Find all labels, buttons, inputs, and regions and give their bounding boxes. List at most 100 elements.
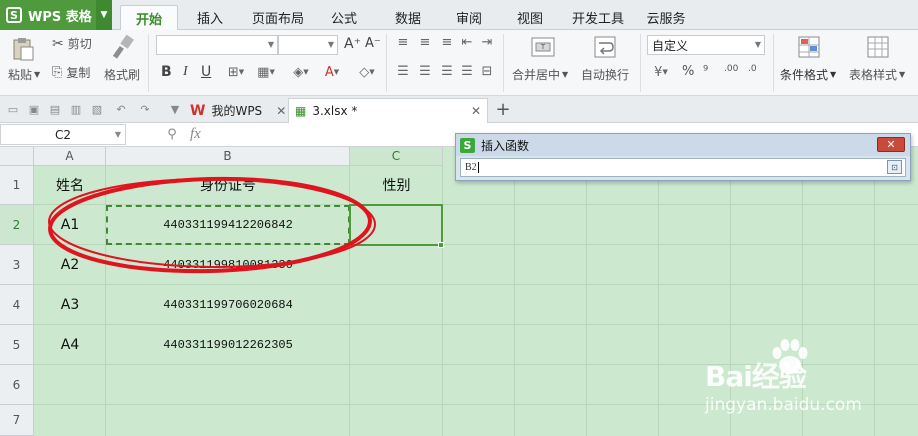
tab-start[interactable]: 开始 [120,5,178,30]
tab-my-wps[interactable]: W 我的WPS ✕ [186,98,286,123]
tab-formula[interactable]: 公式 [320,5,368,30]
table-style-icon[interactable] [866,34,892,60]
underline-button[interactable]: U [201,64,211,80]
chevron-down-icon[interactable]: ▼ [96,0,112,30]
decrease-decimal-button[interactable]: .0 [748,64,757,74]
distributed-icon[interactable]: ⊟ [479,64,495,79]
column-header-c[interactable]: C [350,147,443,166]
conditional-format-icon[interactable] [797,34,823,60]
cell-a4[interactable]: A3 [34,285,106,325]
currency-icon[interactable]: ¥ ▼ [649,64,673,80]
align-top-icon[interactable]: ≡ [394,35,412,50]
tab-page-layout[interactable]: 页面布局 [244,5,312,30]
copy-button[interactable]: ⎘ 复制 [52,64,90,81]
spreadsheet-grid[interactable]: A B C 1 2 3 4 5 6 7 姓名 身份证号 性别 A1 440331… [0,147,918,436]
cell-b4[interactable]: 440331199706020684 [106,285,350,325]
align-center-icon[interactable]: ☰ [416,64,434,79]
row-header-4[interactable]: 4 [0,285,34,325]
bold-button[interactable]: B [161,64,172,80]
column-header-b[interactable]: B [106,147,350,166]
function-argument-input[interactable]: B2 [460,158,906,177]
close-icon[interactable]: ✕ [276,104,286,118]
cell-b3[interactable]: 440331199810081330 [106,245,350,285]
app-menu-button[interactable]: S WPS 表格 ▼ [0,0,112,30]
cell-c1[interactable]: 性别 [350,166,443,204]
table-style-button[interactable]: 表格样式 ▼ [849,66,905,83]
select-all-corner[interactable] [0,147,34,166]
tab-cloud[interactable]: 云服务 [640,5,692,30]
tab-3-xlsx[interactable]: ▦ 3.xlsx * ✕ [288,98,488,123]
row-header-3[interactable]: 3 [0,245,34,285]
cell-style-icon[interactable]: ▦ ▼ [253,64,279,80]
align-middle-icon[interactable]: ≡ [416,35,434,50]
close-icon[interactable]: ✕ [471,104,481,118]
font-name-select[interactable]: ▼ [156,35,278,55]
folder-icon[interactable]: ▭ [6,102,20,116]
text-caret [477,162,479,173]
cell-b5[interactable]: 440331199012262305 [106,325,350,365]
cell-a2[interactable]: A1 [34,205,106,245]
undo-icon[interactable]: ↶ [114,102,128,116]
new-tab-plus-icon[interactable]: + [494,99,512,120]
align-left-icon[interactable]: ☰ [394,64,412,79]
italic-button[interactable]: I [183,64,188,80]
fill-handle[interactable] [438,242,444,248]
tab-data[interactable]: 数据 [384,5,432,30]
dialog-title-bar[interactable]: S 插入函数 ✕ [456,134,910,156]
close-icon[interactable]: ✕ [877,137,905,152]
wps-spreadsheet-window: S WPS 表格 ▼ 开始 插入 页面布局 公式 数据 审阅 视图 开发工具 云… [0,0,918,436]
clear-format-icon[interactable]: ◇ ▼ [354,64,380,80]
separator [503,34,504,92]
cell-b1[interactable]: 身份证号 [106,166,350,204]
percent-button[interactable]: % [682,64,694,79]
redo-icon[interactable]: ↷ [138,102,152,116]
font-shrink-button[interactable]: A⁻ [365,36,381,51]
merge-center-icon[interactable]: T [530,34,556,60]
chevron-down-icon[interactable]: ▼ [168,102,182,116]
outdent-icon[interactable]: ⇤ [459,35,475,50]
tab-view[interactable]: 视图 [506,5,554,30]
name-box[interactable]: C2 ▼ [0,124,126,145]
justify-icon[interactable]: ☰ [459,64,475,79]
row-header-1[interactable]: 1 [0,166,34,205]
row-header-2[interactable]: 2 [0,205,34,245]
wps-s-logo-icon: S [460,137,475,153]
merge-center-button[interactable]: 合并居中 ▼ [512,66,568,83]
row-header-7[interactable]: 7 [0,405,34,436]
paste-icon[interactable] [10,36,36,62]
tab-review[interactable]: 审阅 [445,5,493,30]
tab-developer[interactable]: 开发工具 [566,5,630,30]
paste-button[interactable]: 粘贴 ▼ [8,66,40,83]
zoom-icon[interactable]: ⚲ [164,126,180,142]
format-painter-icon[interactable] [110,34,136,60]
format-painter-button[interactable]: 格式刷 [104,66,140,83]
increase-decimal-button[interactable]: .00 [724,64,738,74]
wrap-text-button[interactable]: 自动换行 [581,66,629,83]
align-right-icon[interactable]: ☰ [438,64,456,79]
cell-a3[interactable]: A2 [34,245,106,285]
save-icon[interactable]: ▣ [27,102,41,116]
indent-icon[interactable]: ⇥ [479,35,495,50]
font-color-icon[interactable]: A ▼ [318,64,346,80]
cell-a5[interactable]: A4 [34,325,106,365]
border-icon[interactable]: ⊞ ▼ [223,64,249,80]
thousands-button[interactable]: ⁹ [703,64,708,79]
export-pdf-icon[interactable]: ▤ [48,102,62,116]
fill-color-icon[interactable]: ◈ ▼ [287,64,315,80]
number-format-select[interactable]: 自定义 ▼ [647,35,765,55]
insert-function-fx[interactable]: fx [190,126,201,143]
row-header-6[interactable]: 6 [0,365,34,405]
print-preview-icon[interactable]: ▧ [90,102,104,116]
print-icon[interactable]: ▥ [69,102,83,116]
column-header-a[interactable]: A [34,147,106,166]
tab-insert[interactable]: 插入 [186,5,234,30]
row-header-5[interactable]: 5 [0,325,34,365]
align-bottom-icon[interactable]: ≡ [438,35,456,50]
font-grow-button[interactable]: A⁺ [344,36,361,52]
conditional-format-button[interactable]: 条件格式 ▼ [780,66,836,83]
cut-button[interactable]: ✂ 剪切 [52,35,92,52]
wrap-text-icon[interactable] [592,34,618,60]
cell-a1[interactable]: 姓名 [34,166,106,204]
font-size-select[interactable]: ▼ [278,35,338,55]
expand-dialog-icon[interactable]: ⊡ [887,160,902,174]
